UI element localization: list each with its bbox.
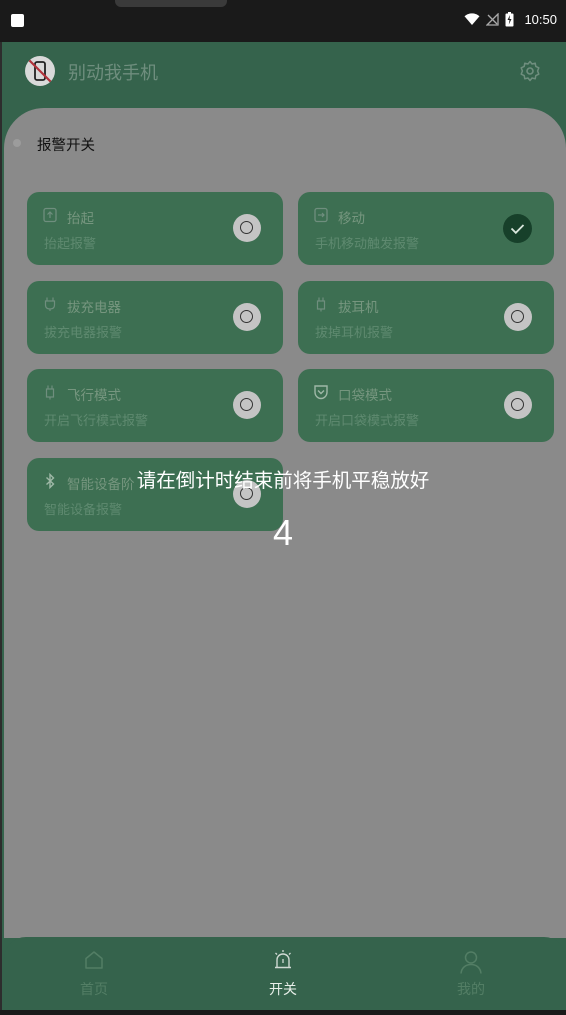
checkmark-icon — [510, 224, 525, 235]
nav-item-home[interactable]: 首页 — [54, 949, 134, 999]
card-subtitle: 拔充电器报警 — [44, 326, 123, 341]
radio-button[interactable] — [504, 303, 532, 331]
screen-bottom-edge — [0, 1010, 566, 1015]
app-logo — [25, 56, 55, 86]
pocket-icon — [314, 385, 328, 400]
card-title: 飞行模式 — [67, 388, 121, 404]
card-title: 抬起 — [67, 211, 94, 227]
card-subtitle: 拔掉耳机报警 — [315, 326, 394, 341]
card-subtitle: 抬起报警 — [44, 237, 97, 252]
nav-label-home: 首页 — [80, 982, 108, 998]
alarm-card-airplane[interactable]: 飞行模式 开启飞行模式报警 — [27, 369, 283, 442]
section-indicator — [13, 139, 21, 147]
battery-charging-icon — [505, 12, 514, 27]
bottom-nav: 首页 开关 我的 — [4, 937, 566, 1015]
countdown-message: 请在倒计时结束前将手机平稳放好 — [136, 469, 430, 492]
settings-gear-icon[interactable] — [518, 59, 542, 83]
radio-button[interactable] — [504, 391, 532, 419]
earphone-plug-icon — [316, 297, 326, 312]
screen-edge — [0, 42, 2, 1010]
plug-icon — [44, 297, 56, 311]
card-subtitle: 开启飞行模式报警 — [44, 414, 149, 429]
card-title: 拔充电器 — [67, 300, 121, 316]
phone-move-icon — [314, 207, 328, 223]
phone-lift-icon — [43, 207, 57, 223]
status-bar: 10:50 — [0, 0, 566, 42]
alarm-card-pocket[interactable]: 口袋模式 开启口袋模式报警 — [298, 369, 554, 442]
card-title: 拔耳机 — [338, 300, 379, 316]
user-icon — [460, 951, 482, 974]
status-time: 10:50 — [524, 12, 557, 27]
app-screen: 10:50 别动我手机 报警开关 抬起 抬起报警 移动 手机移动触发报警 拔充电… — [0, 0, 566, 1015]
no-signal-icon — [486, 13, 500, 26]
radio-button[interactable] — [233, 391, 261, 419]
camera-notch — [115, 0, 227, 7]
plane-mode-icon — [45, 385, 55, 400]
alarm-card-move[interactable]: 移动 手机移动触发报警 — [298, 192, 554, 265]
notification-icon — [11, 14, 24, 27]
card-subtitle: 开启口袋模式报警 — [315, 414, 420, 429]
countdown-number: 4 — [272, 512, 294, 553]
nav-item-switch[interactable]: 开关 — [243, 949, 323, 999]
card-title: 移动 — [338, 211, 365, 227]
nav-item-mine[interactable]: 我的 — [431, 949, 511, 999]
app-header: 别动我手机 — [0, 42, 566, 104]
alarm-bell-icon — [275, 950, 291, 969]
app-title: 别动我手机 — [68, 63, 158, 84]
alarm-card-charger[interactable]: 拔充电器 拔充电器报警 — [27, 281, 283, 354]
card-title: 口袋模式 — [338, 388, 392, 404]
home-icon — [85, 951, 103, 969]
section-title: 报警开关 — [37, 138, 95, 154]
selected-check[interactable] — [503, 214, 532, 243]
alarm-card-lift[interactable]: 抬起 抬起报警 — [27, 192, 283, 265]
radio-button[interactable] — [233, 214, 261, 242]
alarm-card-earphone[interactable]: 拔耳机 拔掉耳机报警 — [298, 281, 554, 354]
radio-button[interactable] — [233, 303, 261, 331]
nav-label-switch: 开关 — [269, 982, 297, 998]
wifi-icon — [464, 13, 480, 25]
card-subtitle: 手机移动触发报警 — [315, 237, 420, 252]
nav-label-mine: 我的 — [457, 982, 485, 998]
